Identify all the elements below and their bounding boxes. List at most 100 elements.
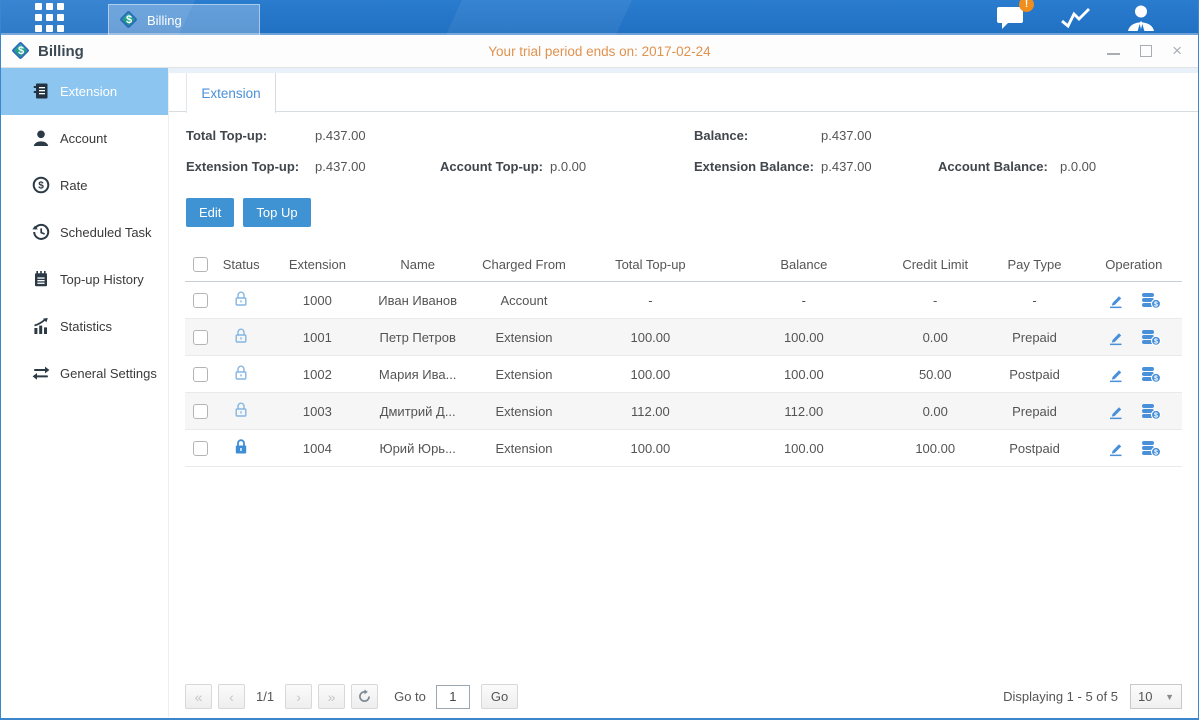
- cell-credit-limit: 0.00: [887, 393, 983, 430]
- edit-icon[interactable]: [1107, 366, 1124, 383]
- sidebar-item-account[interactable]: Account: [1, 115, 168, 162]
- row-checkbox[interactable]: [193, 404, 208, 419]
- row-checkbox[interactable]: [193, 367, 208, 382]
- lock-status-icon: [233, 295, 249, 310]
- sidebar-item-rate[interactable]: $ Rate: [1, 162, 168, 209]
- sidebar-item-label: Extension: [60, 84, 117, 99]
- cell-credit-limit: 50.00: [887, 356, 983, 393]
- cell-charged-from: Extension: [468, 319, 580, 356]
- billing-app-icon: $: [11, 41, 31, 61]
- top-up-icon[interactable]: $: [1141, 292, 1161, 309]
- cell-name: Юрий Юрь...: [368, 430, 468, 467]
- page-indicator: 1/1: [256, 689, 274, 704]
- cell-pay-type: Prepaid: [983, 393, 1085, 430]
- extension-topup-value: p.437.00: [315, 159, 366, 174]
- sidebar: Extension Account $ Rate: [1, 68, 169, 717]
- table-footer: « ‹ 1/1 › » Go to Go Displaying 1 - 5 of…: [185, 684, 1182, 709]
- top-up-icon[interactable]: $: [1141, 366, 1161, 383]
- cell-credit-limit: 100.00: [887, 430, 983, 467]
- lock-status-icon: [233, 406, 249, 421]
- go-button[interactable]: Go: [481, 684, 518, 709]
- taskbar-tab-billing[interactable]: $ Billing: [108, 4, 260, 35]
- chevron-down-icon: ▼: [1165, 692, 1174, 702]
- col-extension: Extension: [267, 247, 367, 282]
- next-page-button[interactable]: ›: [285, 684, 312, 709]
- minimize-icon[interactable]: [1107, 47, 1120, 55]
- edit-icon[interactable]: [1107, 403, 1124, 420]
- refresh-button[interactable]: [351, 684, 378, 709]
- cell-credit-limit: 0.00: [887, 319, 983, 356]
- edit-icon[interactable]: [1107, 440, 1124, 457]
- last-page-button[interactable]: »: [318, 684, 345, 709]
- cell-charged-from: Account: [468, 282, 580, 319]
- taskbar: $ Billing !: [1, 0, 1198, 35]
- general-settings-icon: [31, 364, 50, 383]
- tab-extension[interactable]: Extension: [186, 73, 276, 113]
- col-status: Status: [215, 247, 267, 282]
- edit-icon[interactable]: [1107, 292, 1124, 309]
- displaying-text: Displaying 1 - 5 of 5: [1003, 689, 1118, 704]
- cell-total-topup: 112.00: [580, 393, 720, 430]
- account-icon: [31, 129, 50, 148]
- cell-total-topup: 100.00: [580, 319, 720, 356]
- cell-pay-type: Postpaid: [983, 430, 1085, 467]
- col-balance: Balance: [721, 247, 888, 282]
- cell-extension: 1000: [267, 282, 367, 319]
- cell-total-topup: -: [580, 282, 720, 319]
- trial-message: Your trial period ends on: 2017-02-24: [1, 44, 1198, 59]
- sidebar-item-general-settings[interactable]: General Settings: [1, 350, 168, 397]
- statistics-chart-icon[interactable]: [1060, 6, 1092, 30]
- scheduled-task-icon: [31, 223, 50, 242]
- sidebar-item-statistics[interactable]: Statistics: [1, 303, 168, 350]
- top-up-icon[interactable]: $: [1141, 329, 1161, 346]
- top-up-button[interactable]: Top Up: [243, 198, 310, 227]
- top-up-icon[interactable]: $: [1141, 403, 1161, 420]
- cell-extension: 1004: [267, 430, 367, 467]
- billing-summary: Total Top-up: p.437.00 Balance: p.437.00…: [169, 124, 1198, 198]
- sidebar-item-label: Statistics: [60, 319, 112, 334]
- account-balance-label: Account Balance:: [938, 159, 1048, 174]
- edit-icon[interactable]: [1107, 329, 1124, 346]
- billing-diamond-icon: $: [119, 10, 139, 30]
- cell-name: Иван Иванов: [368, 282, 468, 319]
- select-all-checkbox[interactable]: [193, 257, 208, 272]
- row-checkbox[interactable]: [193, 441, 208, 456]
- cell-balance: 100.00: [721, 356, 888, 393]
- maximize-icon[interactable]: [1140, 45, 1152, 57]
- cell-balance: 112.00: [721, 393, 888, 430]
- extension-topup-label: Extension Top-up:: [186, 159, 299, 174]
- balance-value: p.437.00: [821, 128, 872, 143]
- cell-charged-from: Extension: [468, 430, 580, 467]
- titlebar: $ Billing Your trial period ends on: 201…: [1, 35, 1198, 68]
- top-up-icon[interactable]: $: [1141, 440, 1161, 457]
- lock-status-icon: [233, 332, 249, 347]
- user-account-icon[interactable]: [1126, 4, 1156, 31]
- first-page-button[interactable]: «: [185, 684, 212, 709]
- total-topup-value: p.437.00: [315, 128, 366, 143]
- edit-button[interactable]: Edit: [186, 198, 234, 227]
- svg-text:$: $: [1154, 412, 1158, 419]
- table-header-row: Status Extension Name Charged From Total…: [185, 247, 1182, 282]
- page-size-select[interactable]: 10 ▼: [1130, 684, 1182, 709]
- sidebar-item-extension[interactable]: Extension: [1, 68, 168, 115]
- goto-page-input[interactable]: [436, 685, 470, 709]
- prev-page-button[interactable]: ‹: [218, 684, 245, 709]
- rate-icon: $: [31, 176, 50, 195]
- cell-name: Дмитрий Д...: [368, 393, 468, 430]
- row-checkbox[interactable]: [193, 330, 208, 345]
- cell-name: Мария Ива...: [368, 356, 468, 393]
- notifications-icon[interactable]: !: [996, 4, 1026, 31]
- app-grid-icon[interactable]: [35, 3, 64, 32]
- cell-balance: 100.00: [721, 430, 888, 467]
- sidebar-item-scheduled-task[interactable]: Scheduled Task: [1, 209, 168, 256]
- topup-history-icon: [31, 270, 50, 289]
- sidebar-item-topup-history[interactable]: Top-up History: [1, 256, 168, 303]
- close-icon[interactable]: ×: [1172, 44, 1182, 58]
- taskbar-tab-label: Billing: [147, 13, 182, 28]
- row-checkbox[interactable]: [193, 293, 208, 308]
- lock-status-icon: [233, 369, 249, 384]
- cell-extension: 1002: [267, 356, 367, 393]
- cell-extension: 1003: [267, 393, 367, 430]
- page-size-value: 10: [1138, 689, 1152, 704]
- statistics-icon: [31, 317, 50, 336]
